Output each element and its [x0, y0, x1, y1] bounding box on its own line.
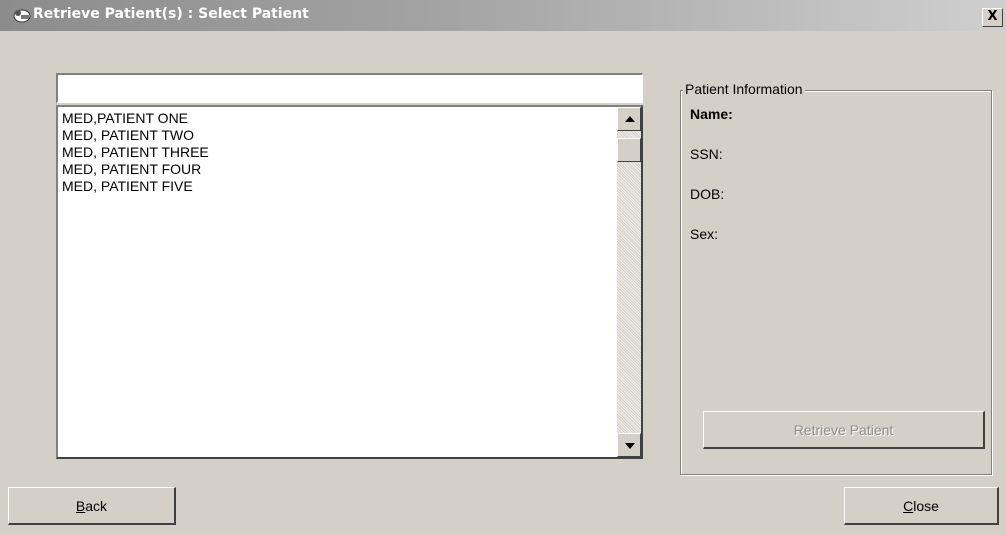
title-bar[interactable]: Retrieve Patient(s) : Select Patient X: [0, 0, 1006, 31]
close-window-button[interactable]: X: [982, 8, 1003, 27]
sex-label: Sex:: [690, 226, 719, 242]
patient-search-input[interactable]: [56, 73, 643, 103]
back-button[interactable]: Back: [8, 487, 176, 525]
scroll-down-button[interactable]: [617, 433, 641, 457]
name-label: Name:: [690, 106, 733, 122]
scroll-up-button[interactable]: [617, 107, 641, 131]
dob-label: DOB:: [690, 186, 725, 202]
close-label: lose: [913, 498, 939, 514]
window-title: Retrieve Patient(s) : Select Patient: [33, 6, 309, 22]
back-mnemonic: B: [75, 498, 86, 514]
scroll-thumb[interactable]: [617, 138, 641, 162]
close-button[interactable]: Close: [844, 487, 999, 525]
list-item[interactable]: MED, PATIENT THREE: [62, 144, 612, 161]
list-item[interactable]: MED, PATIENT FIVE: [62, 178, 612, 195]
list-item[interactable]: MED, PATIENT FOUR: [62, 161, 612, 178]
close-mnemonic: C: [903, 498, 914, 514]
patient-list[interactable]: MED,PATIENT ONE MED, PATIENT TWO MED, PATI…: [56, 105, 643, 459]
arrow-down-icon: [625, 443, 635, 449]
patient-icon: [13, 9, 31, 23]
list-item[interactable]: MED, PATIENT TWO: [62, 127, 612, 144]
ssn-label: SSN:: [690, 146, 723, 162]
patient-list-items: MED,PATIENT ONE MED, PATIENT TWO MED, PATI…: [62, 110, 612, 195]
list-item[interactable]: MED,PATIENT ONE: [62, 110, 612, 127]
arrow-up-icon: [625, 116, 635, 122]
back-label: ack: [85, 498, 108, 514]
retrieve-patient-button[interactable]: Retrieve Patient: [703, 411, 985, 449]
patient-information-legend: Patient Information: [683, 81, 805, 97]
patient-list-scrollbar[interactable]: [617, 107, 641, 457]
